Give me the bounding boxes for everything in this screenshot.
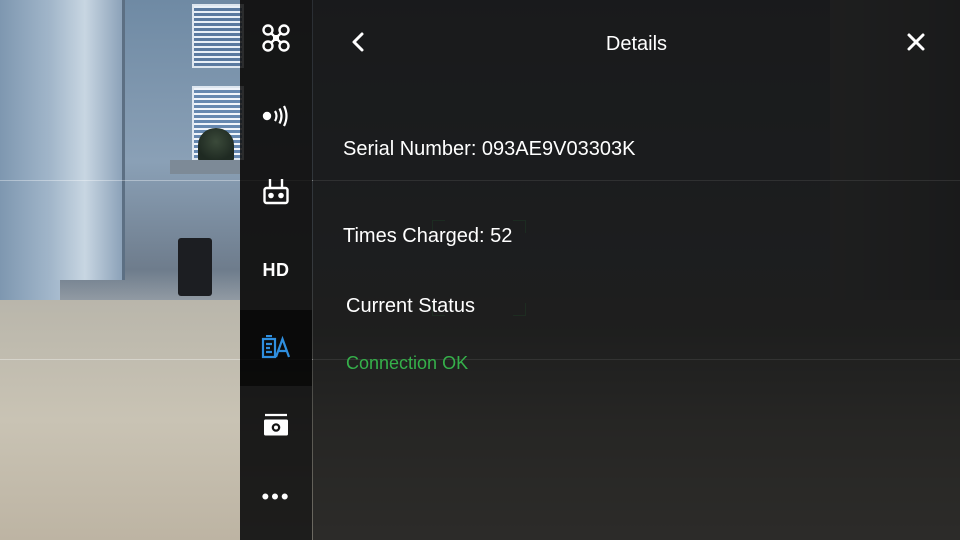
feed-window <box>192 4 244 68</box>
camera-settings-icon <box>262 411 290 439</box>
sidebar-item-aircraft[interactable] <box>240 0 312 76</box>
settings-sidebar: HD ••• <box>240 0 312 540</box>
sidebar-item-hd[interactable]: HD <box>240 232 312 308</box>
sidebar-item-remote-controller[interactable] <box>240 154 312 230</box>
details-header: Details <box>313 0 960 88</box>
close-icon <box>906 32 926 57</box>
feed-window-sill <box>170 160 240 174</box>
current-status-heading: Current Status <box>346 295 475 317</box>
aircraft-icon <box>261 23 291 53</box>
details-title: Details <box>605 33 668 55</box>
sidebar-item-signal[interactable] <box>240 78 312 154</box>
hd-icon: HD <box>262 259 290 280</box>
sidebar-item-battery[interactable] <box>240 310 312 386</box>
sidebar-item-more[interactable]: ••• <box>240 464 312 540</box>
feed-plant <box>198 128 234 162</box>
details-panel: Details Serial Number: 093AE9V03303K Tim… <box>313 0 960 540</box>
app-screen: HD ••• Details Serial Number: 093AE9V033… <box>0 0 960 540</box>
feed-speaker <box>178 238 212 296</box>
times-charged: Times Charged: 52 <box>343 225 513 247</box>
serial-number: Serial Number: 093AE9V03303K <box>343 138 636 160</box>
signal-icon <box>261 104 291 128</box>
feed-floor <box>0 300 240 540</box>
more-icon: ••• <box>261 484 291 509</box>
remote-controller-icon <box>262 177 290 207</box>
sidebar-item-camera[interactable] <box>240 387 312 463</box>
battery-icon <box>261 335 291 361</box>
close-button[interactable] <box>901 28 931 60</box>
feed-door <box>48 0 125 280</box>
status-value: Connection OK <box>346 353 469 373</box>
